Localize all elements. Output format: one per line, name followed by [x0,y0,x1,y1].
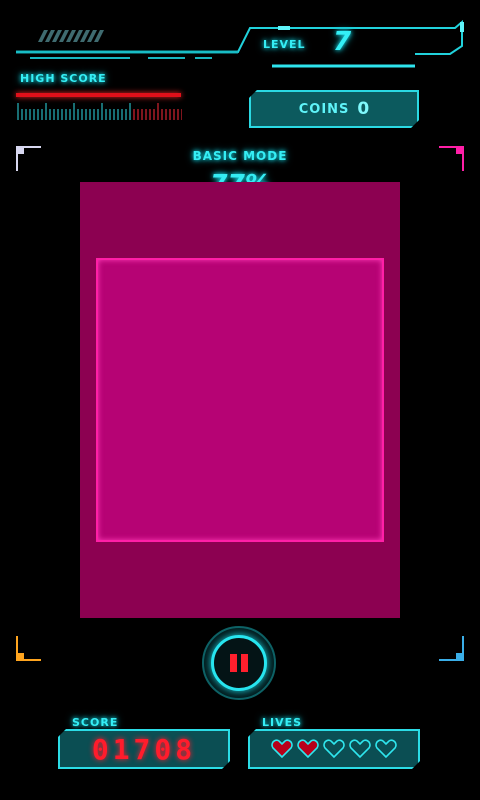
heart-filled-icon [271,739,293,759]
mode-title: BASIC MODE [192,149,288,163]
score-value: 01708 [91,732,197,766]
heart-empty-icon [323,739,345,759]
score-panel: 01708 [58,729,230,769]
high-score-label: HIGH SCORE [20,72,107,85]
corner-bottom-left [16,636,41,661]
level-value: 7 [333,27,352,57]
score-label: SCORE [72,716,119,729]
corner-bottom-right [439,636,464,661]
coins-label: COINS [298,101,350,117]
lives-panel [248,729,420,769]
target-area[interactable] [96,258,384,542]
heart-filled-icon [297,739,319,759]
coins-panel: COINS 0 [249,90,419,128]
pause-ring [211,635,267,691]
heart-empty-icon [349,739,371,759]
heart-empty-icon [375,739,397,759]
pause-icon [230,654,248,672]
coins-value: 0 [357,99,370,119]
high-score-ticks [17,103,182,120]
pause-button[interactable] [202,626,276,700]
lives-label: LIVES [262,716,303,729]
level-label: LEVEL [263,38,306,51]
high-score-bar [16,93,181,97]
